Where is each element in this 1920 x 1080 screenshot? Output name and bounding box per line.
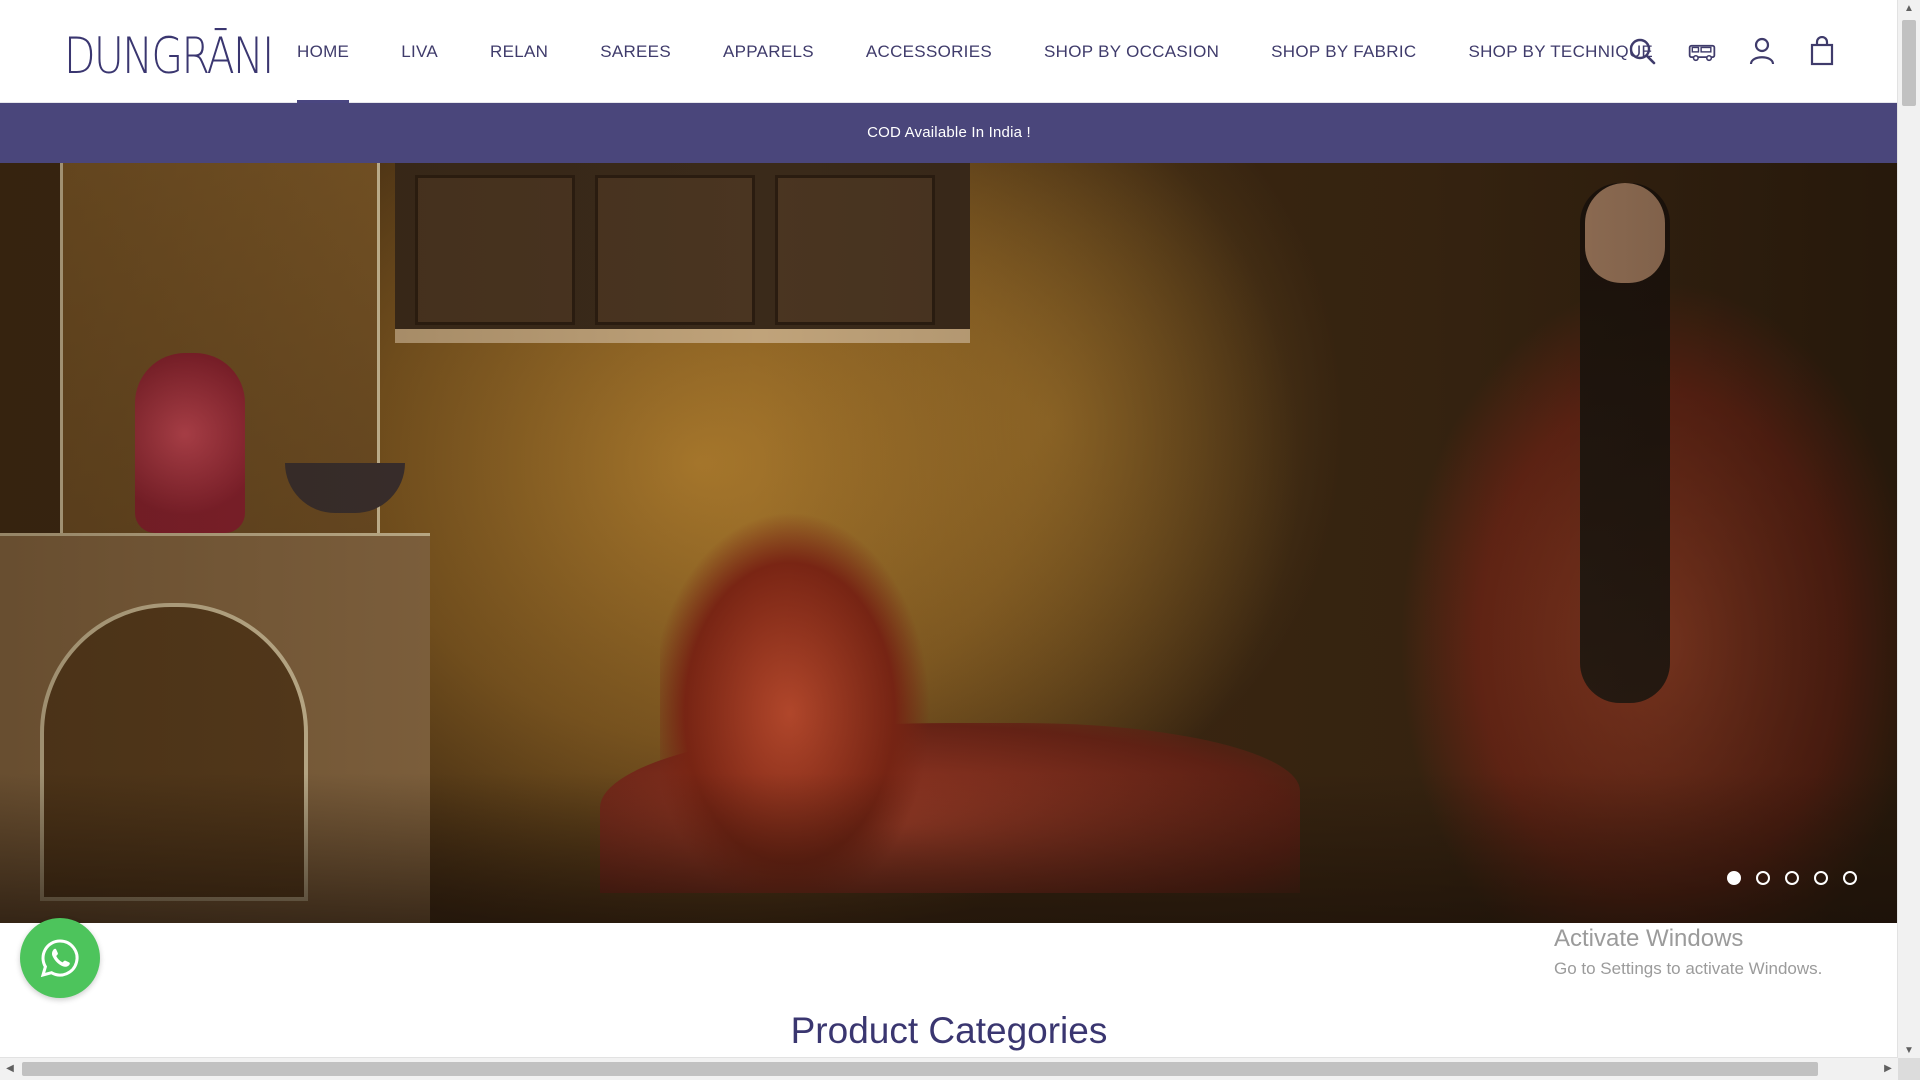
nav-item-shop-by-fabric[interactable]: SHOP BY FABRIC: [1271, 0, 1416, 103]
announcement-text: COD Available In India !: [867, 124, 1031, 141]
header-icons: [1626, 34, 1838, 68]
slideshow-pagination: [1727, 871, 1857, 885]
slide-dot-5[interactable]: [1843, 871, 1857, 885]
vertical-scrollbar[interactable]: ▲ ▼: [1897, 0, 1920, 1060]
announcement-bar: COD Available In India !: [0, 103, 1898, 163]
horizontal-scroll-thumb[interactable]: [22, 1062, 1818, 1076]
delivery-truck-icon: [1688, 44, 1716, 62]
account-button[interactable]: [1746, 34, 1778, 68]
nav-item-shop-by-occasion[interactable]: SHOP BY OCCASION: [1044, 0, 1219, 103]
nav-item-liva[interactable]: LIVA: [401, 0, 438, 103]
watermark-title: Activate Windows: [1554, 925, 1744, 952]
horizontal-scrollbar[interactable]: ◀ ▶: [0, 1057, 1898, 1080]
hero-floor-shadow: [0, 773, 1898, 923]
site-header: DUNGRĀNI HOME LIVA RELAN SAREES APPARELS…: [0, 0, 1898, 103]
scroll-right-arrow-icon[interactable]: ▶: [1878, 1058, 1898, 1080]
vertical-scroll-thumb[interactable]: [1902, 20, 1916, 106]
whatsapp-chat-button[interactable]: [20, 918, 100, 998]
slide-dot-4[interactable]: [1814, 871, 1828, 885]
hero-slideshow[interactable]: [0, 163, 1898, 923]
whatsapp-icon: [40, 939, 79, 978]
scrollbar-corner: [1898, 1058, 1920, 1080]
cart-button[interactable]: [1806, 34, 1838, 68]
nav-item-sarees[interactable]: SAREES: [600, 0, 671, 103]
scroll-up-arrow-icon[interactable]: ▲: [1898, 0, 1920, 18]
nav-item-apparels[interactable]: APPARELS: [723, 0, 814, 103]
nav-item-accessories[interactable]: ACCESSORIES: [866, 0, 992, 103]
search-button[interactable]: [1626, 34, 1658, 68]
windows-activation-watermark: Activate Windows Go to Settings to activ…: [1554, 925, 1822, 979]
watermark-subtitle: Go to Settings to activate Windows.: [1554, 959, 1823, 978]
nav-item-relan[interactable]: RELAN: [490, 0, 548, 103]
product-categories-heading: Product Categories: [790, 1010, 1108, 1051]
track-order-button[interactable]: [1686, 34, 1718, 68]
shopping-bag-icon: [1810, 36, 1834, 66]
main-nav: HOME LIVA RELAN SAREES APPARELS ACCESSOR…: [297, 0, 1705, 103]
account-icon: [1749, 37, 1775, 65]
nav-item-home[interactable]: HOME: [297, 0, 350, 103]
scroll-left-arrow-icon[interactable]: ◀: [0, 1058, 20, 1080]
slide-dot-3[interactable]: [1785, 871, 1799, 885]
slide-dot-1[interactable]: [1727, 871, 1741, 885]
brand-logo[interactable]: DUNGRĀNI: [64, 26, 274, 86]
search-icon: [1629, 38, 1656, 65]
slide-dot-2[interactable]: [1756, 871, 1770, 885]
